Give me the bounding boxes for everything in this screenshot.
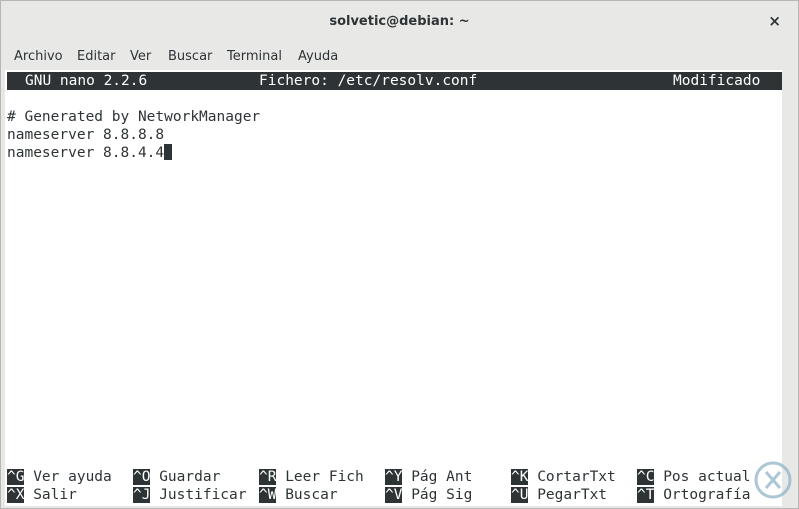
menu-archivo[interactable]: Archivo bbox=[14, 49, 63, 64]
shortcut-label: Justificar bbox=[159, 487, 247, 503]
shortcut-help[interactable]: ^G Ver ayuda bbox=[7, 468, 112, 486]
file-line-2: nameserver 8.8.8.8 bbox=[7, 127, 165, 143]
shortcut-label: Pág Ant bbox=[411, 469, 473, 485]
window-title: solvetic@debian: ~ bbox=[329, 14, 470, 29]
shortcut-key: ^X bbox=[7, 487, 25, 503]
shortcut-key: ^V bbox=[385, 487, 403, 503]
shortcut-label: Salir bbox=[33, 487, 77, 503]
nano-modified-status: Modificado bbox=[673, 73, 761, 89]
shortcut-key: ^W bbox=[259, 487, 277, 503]
shortcut-key: ^C bbox=[637, 469, 655, 485]
shortcut-key: ^J bbox=[133, 487, 151, 503]
shortcut-read-file[interactable]: ^R Leer Fich bbox=[259, 468, 364, 486]
shortcut-exit[interactable]: ^X Salir bbox=[7, 486, 77, 504]
shortcut-key: ^G bbox=[7, 469, 25, 485]
menu-ayuda[interactable]: Ayuda bbox=[298, 49, 338, 64]
shortcut-label: Leer Fich bbox=[285, 469, 364, 485]
shortcut-label: Buscar bbox=[285, 487, 338, 503]
shortcut-label: Ver ayuda bbox=[33, 469, 112, 485]
nano-filename: Fichero: /etc/resolv.conf bbox=[259, 73, 478, 89]
nano-header: GNU nano 2.2.6 Fichero: /etc/resolv.conf… bbox=[7, 72, 782, 90]
scrollbar[interactable] bbox=[784, 70, 796, 506]
title-bar[interactable]: solvetic@debian: ~ × bbox=[1, 1, 798, 43]
terminal-area[interactable]: GNU nano 2.2.6 Fichero: /etc/resolv.conf… bbox=[5, 70, 782, 506]
shortcut-spell[interactable]: ^T Ortografía bbox=[637, 486, 751, 504]
menu-bar: Archivo Editar Ver Buscar Terminal Ayuda bbox=[1, 45, 798, 69]
shortcut-justify[interactable]: ^J Justificar bbox=[133, 486, 247, 504]
shortcut-cur-pos[interactable]: ^C Pos actual bbox=[637, 468, 751, 486]
shortcut-label: Pos actual bbox=[663, 469, 751, 485]
file-line-3-text: nameserver 8.8.4.4 bbox=[7, 145, 165, 161]
shortcut-key: ^O bbox=[133, 469, 151, 485]
menu-terminal[interactable]: Terminal bbox=[227, 49, 282, 64]
menu-buscar[interactable]: Buscar bbox=[168, 49, 212, 64]
shortcut-prev-page[interactable]: ^Y Pág Ant bbox=[385, 468, 472, 486]
shortcut-label: CortarTxt bbox=[537, 469, 616, 485]
shortcut-key: ^T bbox=[637, 487, 655, 503]
shortcut-label: Pág Sig bbox=[411, 487, 473, 503]
terminal-window: solvetic@debian: ~ × Archivo Editar Ver … bbox=[0, 0, 799, 509]
file-line-3: nameserver 8.8.4.4 bbox=[7, 144, 173, 162]
shortcut-key: ^Y bbox=[385, 469, 403, 485]
menu-ver[interactable]: Ver bbox=[130, 49, 151, 64]
shortcut-save[interactable]: ^O Guardar bbox=[133, 468, 220, 486]
shortcut-uncut-text[interactable]: ^U PegarTxt bbox=[511, 486, 607, 504]
close-icon[interactable]: × bbox=[768, 12, 781, 30]
shortcut-label: Guardar bbox=[159, 469, 221, 485]
shortcut-cut-text[interactable]: ^K CortarTxt bbox=[511, 468, 616, 486]
shortcut-key: ^U bbox=[511, 487, 529, 503]
shortcut-next-page[interactable]: ^V Pág Sig bbox=[385, 486, 472, 504]
shortcut-key: ^R bbox=[259, 469, 277, 485]
shortcut-label: PegarTxt bbox=[537, 487, 608, 503]
shortcut-where-is[interactable]: ^W Buscar bbox=[259, 486, 338, 504]
menu-editar[interactable]: Editar bbox=[77, 49, 116, 64]
shortcut-key: ^K bbox=[511, 469, 529, 485]
logo-watermark-icon bbox=[754, 461, 792, 499]
shortcut-label: Ortografía bbox=[663, 487, 751, 503]
text-cursor bbox=[164, 144, 173, 160]
nano-version: GNU nano 2.2.6 bbox=[25, 73, 148, 89]
file-line-1: # Generated by NetworkManager bbox=[7, 109, 261, 125]
